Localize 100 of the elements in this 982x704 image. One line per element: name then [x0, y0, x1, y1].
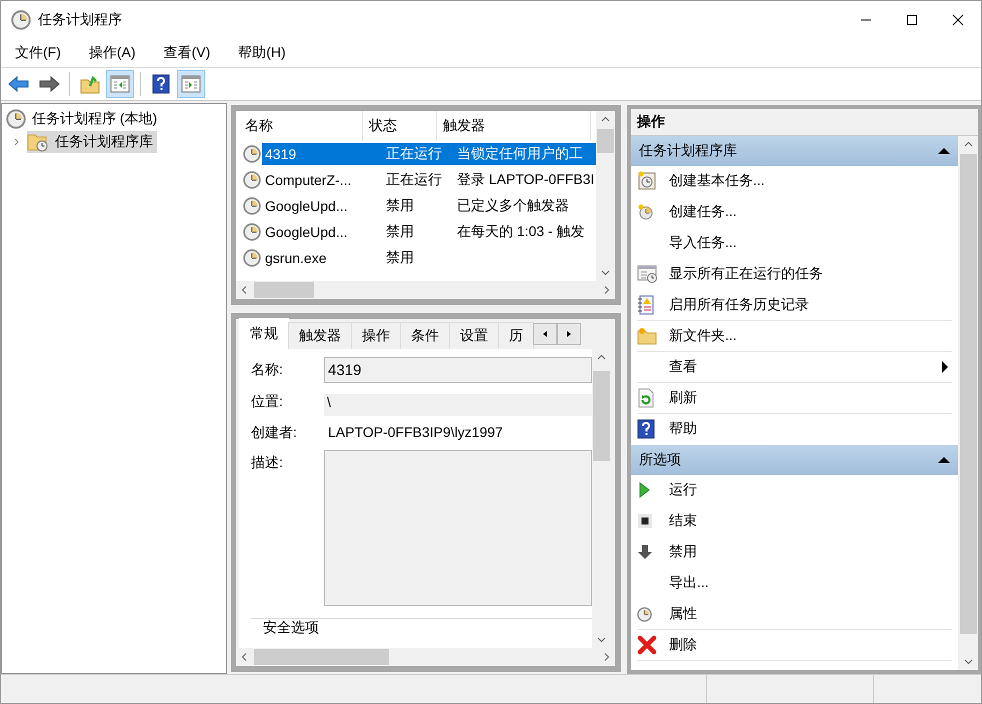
- scrollbar[interactable]: [236, 281, 615, 299]
- action-item[interactable]: 结束: [637, 506, 952, 537]
- close-icon[interactable]: [952, 14, 964, 26]
- table-cell-text: gsrun.exe: [264, 250, 328, 266]
- action-item[interactable]: 属性: [637, 599, 952, 630]
- action-item[interactable]: 运行: [637, 475, 952, 506]
- right-arrow-icon: [567, 331, 571, 337]
- folder-arrow-icon: [80, 74, 100, 94]
- location-field: \: [324, 394, 592, 416]
- column-header[interactable]: 状态: [363, 111, 437, 141]
- expand-icon[interactable]: [13, 138, 21, 146]
- author-text: LAPTOP-0FFB3IP9\lyz1997: [327, 423, 503, 440]
- task-row[interactable]: GoogleUpd... 禁用 在每天的 1:03 - 触发: [262, 221, 596, 243]
- pane-icon: [181, 75, 201, 93]
- window-clock-icon: [637, 264, 659, 284]
- folder-clock-icon: [27, 132, 49, 152]
- tree-item[interactable]: 任务计划程序 (本地): [6, 108, 162, 130]
- maximize-icon[interactable]: [906, 14, 918, 26]
- task-row[interactable]: ComputerZ-... 正在运行 登录 LAPTOP-0FFB3I: [262, 169, 596, 191]
- scroll-thumb[interactable]: [254, 282, 314, 298]
- submenu-arrow-icon: [942, 361, 948, 373]
- clock-icon: [243, 249, 261, 267]
- app-icon: [11, 10, 31, 30]
- window-title: 任务计划程序: [38, 10, 122, 28]
- arrow-icon: [8, 75, 30, 93]
- action-item[interactable]: 启用所有任务历史记录: [637, 290, 952, 321]
- table-cell-text: ComputerZ-...: [264, 172, 352, 188]
- clock-icon: [243, 171, 261, 189]
- description-field[interactable]: [324, 450, 592, 606]
- action-item[interactable]: 禁用: [637, 537, 952, 568]
- field-label: 名称:: [251, 360, 284, 379]
- scroll-thumb[interactable]: [960, 154, 976, 634]
- down-arrow-icon: [637, 544, 653, 560]
- table-cell-text: 4319: [264, 146, 298, 162]
- action-item[interactable]: 导入任务...: [637, 228, 952, 259]
- notebook-icon: [637, 295, 655, 315]
- action-item[interactable]: 新文件夹...: [637, 321, 952, 352]
- collapse-icon[interactable]: [938, 147, 950, 155]
- clock-icon: [243, 223, 261, 241]
- table-cell-text: 禁用: [385, 223, 415, 241]
- pane-icon: [110, 75, 130, 93]
- help-icon: [152, 74, 170, 94]
- field-label: 创建者:: [251, 423, 298, 442]
- field-label: 描述:: [251, 453, 284, 472]
- tab[interactable]: 常规: [239, 318, 289, 349]
- section-header[interactable]: 任务计划程序库: [631, 136, 958, 166]
- scroll-right-button[interactable]: [557, 323, 581, 345]
- scroll-thumb[interactable]: [254, 649, 389, 665]
- folder-icon: [637, 327, 657, 345]
- action-item[interactable]: 显示所有正在运行的任务: [637, 259, 952, 290]
- scroll-thumb[interactable]: [593, 371, 610, 461]
- menu-item[interactable]: 帮助(H): [230, 44, 294, 62]
- scroll-thumb[interactable]: [597, 129, 614, 153]
- panel-title: 操作: [631, 109, 978, 136]
- action-item[interactable]: 创建基本任务...: [637, 166, 952, 197]
- help-icon: [637, 419, 655, 439]
- action-item[interactable]: 导出...: [637, 568, 952, 599]
- collapse-icon[interactable]: [938, 456, 950, 464]
- clock-icon: [637, 203, 655, 221]
- table-cell-text: 在每天的 1:03 - 触发: [456, 223, 586, 241]
- play-icon: [637, 482, 651, 498]
- refresh-icon: [637, 388, 655, 408]
- group-label: 安全选项: [261, 619, 321, 637]
- table-cell-text: 禁用: [385, 249, 415, 267]
- table-cell-text: GoogleUpd...: [264, 198, 348, 214]
- clock-icon: [243, 145, 261, 163]
- task-row[interactable]: gsrun.exe 禁用: [262, 247, 596, 269]
- action-item[interactable]: 删除: [637, 630, 952, 661]
- section-header[interactable]: 所选项: [631, 445, 958, 475]
- tab[interactable]: 历: [498, 322, 534, 349]
- task-row[interactable]: GoogleUpd... 禁用 已定义多个触发器: [262, 195, 596, 217]
- table-cell-text: 登录 LAPTOP-0FFB3I: [456, 171, 596, 189]
- column-header[interactable]: 触发器: [437, 111, 591, 141]
- delete-icon: [637, 635, 657, 655]
- table-cell-text: 正在运行: [385, 171, 443, 189]
- table-cell-text: GoogleUpd...: [264, 224, 348, 240]
- scrollbar[interactable]: [958, 136, 978, 670]
- action-item[interactable]: 创建任务...: [637, 197, 952, 228]
- clock-icon: [6, 109, 26, 129]
- menu-item[interactable]: 文件(F): [7, 44, 69, 62]
- stop-icon: [637, 513, 653, 529]
- clock-icon: [637, 606, 652, 622]
- menu-item[interactable]: 查看(V): [156, 44, 218, 62]
- column-header[interactable]: 名称: [239, 111, 363, 141]
- name-field[interactable]: 4319: [324, 357, 592, 383]
- action-item[interactable]: 刷新: [637, 383, 952, 414]
- field-label: 位置:: [251, 392, 284, 411]
- table-cell-text: 正在运行: [385, 145, 443, 163]
- clock-icon: [637, 171, 657, 191]
- arrow-icon: [38, 75, 60, 93]
- menu-item[interactable]: 操作(A): [80, 44, 144, 62]
- scrollbar[interactable]: [596, 111, 615, 281]
- tree-item[interactable]: 任务计划程序库: [27, 131, 157, 153]
- action-item[interactable]: 帮助: [637, 414, 952, 445]
- task-row[interactable]: 4319 正在运行 当锁定任何用户的工: [262, 143, 596, 165]
- action-item[interactable]: 查看: [637, 352, 952, 383]
- left-arrow-icon: [543, 331, 547, 337]
- tab[interactable]: 触发器: [288, 322, 352, 349]
- table-cell-text: 已定义多个触发器: [456, 197, 570, 215]
- scroll-left-button[interactable]: [533, 323, 557, 345]
